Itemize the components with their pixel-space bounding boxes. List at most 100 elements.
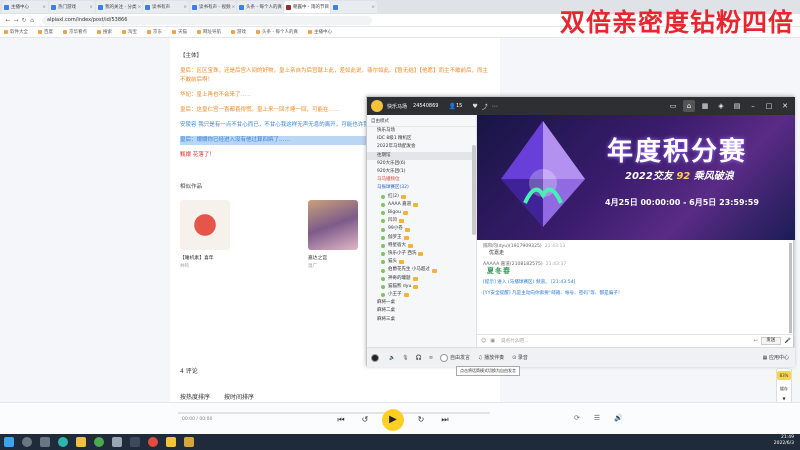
tab-close-icon[interactable]: ×: [41, 5, 46, 10]
tab-close-icon[interactable]: ×: [136, 5, 141, 10]
browser-tab[interactable]: 主播中心 ×: [2, 1, 48, 13]
channel-item[interactable]: 神奇的罐题: [367, 275, 476, 283]
channel-item[interactable]: 猫猫熊 dyu: [367, 283, 476, 291]
forward-icon[interactable]: ↻: [414, 413, 428, 427]
channel-item[interactable]: 往期馆: [367, 151, 476, 160]
browser-tab[interactable]: 读书有声 ×: [143, 1, 189, 13]
bookmark-item[interactable]: 百度: [38, 29, 53, 35]
channel-item[interactable]: 伯爵花先生 小马超过: [367, 266, 476, 274]
forward-icon[interactable]: →: [12, 17, 20, 24]
mic-icon[interactable]: 🎤: [785, 338, 791, 344]
chrome-icon[interactable]: [94, 437, 104, 447]
channel-item[interactable]: AAAA 嘉道: [367, 201, 476, 209]
grid-icon[interactable]: ▦: [699, 100, 711, 112]
channel-item[interactable]: 红(2): [367, 193, 476, 201]
share-icon[interactable]: ⤴: [482, 102, 488, 111]
browser-tab[interactable]: 我的关注 - 分类 ×: [96, 1, 142, 13]
channel-item[interactable]: 凹凹: [367, 217, 476, 225]
channel-item[interactable]: 麻将二桌: [367, 307, 476, 315]
eq-icon[interactable]: ≡: [429, 355, 433, 361]
mic-setting-icon[interactable]: 🎙: [402, 355, 408, 361]
system-clock[interactable]: 21:49 2022/6/3: [774, 435, 794, 447]
sender-name[interactable]: 隔帘问(dyu)(1917909325): [483, 244, 542, 249]
game-icon[interactable]: ◈: [715, 100, 727, 112]
task-view-icon[interactable]: [40, 437, 50, 447]
start-icon[interactable]: [4, 437, 14, 447]
browser-tab[interactable]: 头条 - 每个人的真×: [237, 1, 283, 13]
apps-center-button[interactable]: ▦ 应用中心: [763, 354, 789, 362]
back-icon[interactable]: ←: [4, 17, 12, 24]
bookmark-item[interactable]: 淘宝: [122, 29, 137, 35]
app-icon[interactable]: [112, 437, 122, 447]
tab-close-icon[interactable]: ×: [182, 5, 187, 10]
home-icon[interactable]: ⌂: [28, 17, 36, 24]
channel-item[interactable]: 伽罗王: [367, 234, 476, 242]
steam-icon[interactable]: [130, 437, 140, 447]
headset-icon[interactable]: 🎧: [416, 355, 422, 361]
bookmark-item[interactable]: 游戏: [231, 29, 246, 35]
repeat-icon[interactable]: ⟳: [574, 414, 580, 422]
gift-icon[interactable]: ▤: [731, 100, 743, 112]
music-app-icon[interactable]: [148, 437, 158, 447]
sort-by-hot[interactable]: 按热度排序: [180, 392, 210, 401]
play-button[interactable]: ▶: [382, 409, 404, 431]
browser-tab[interactable]: 朝露中 - 雨的节目×: [284, 1, 330, 13]
volume-icon[interactable]: 🔊: [614, 414, 623, 422]
channel-item[interactable]: 小王子: [367, 291, 476, 299]
sort-by-time[interactable]: 按时间排序: [224, 392, 254, 401]
refresh-icon[interactable]: ↻: [20, 17, 28, 24]
bookmark-item[interactable]: 京东: [147, 29, 162, 35]
bookmark-item[interactable]: 京华看点: [63, 29, 87, 35]
browser-tab[interactable]: ×: [331, 1, 377, 13]
close-icon[interactable]: ✕: [779, 100, 791, 112]
browser-tab[interactable]: 读书有声 - 视频 ×: [190, 1, 236, 13]
chat-scrollbar[interactable]: [789, 243, 792, 333]
channel-item[interactable]: Bigou: [367, 209, 476, 217]
more-icon[interactable]: ⋯: [492, 103, 498, 110]
explorer-icon[interactable]: [76, 437, 86, 447]
rewind-icon[interactable]: ↺: [358, 413, 372, 427]
tab-close-icon[interactable]: ×: [88, 5, 93, 10]
channel-item[interactable]: 马振球赛区(32): [367, 184, 476, 192]
user-avatar[interactable]: [371, 353, 381, 362]
chat-input[interactable]: 说点什么吧...: [495, 338, 754, 344]
channel-item[interactable]: 马马播频位: [367, 176, 476, 184]
bookmark-item[interactable]: 搜索: [97, 29, 112, 35]
channel-item[interactable]: IDC 8级1 精机区: [367, 135, 476, 143]
send-button[interactable]: 发送: [760, 337, 781, 345]
channel-item[interactable]: 920大乐团(1): [367, 168, 476, 176]
bookmark-item[interactable]: 天猫: [172, 29, 187, 35]
next-icon[interactable]: ⏭: [438, 413, 452, 427]
event-banner[interactable]: 年度积分赛 2022交友 92 乘风破浪 4月25日 00:00:00 - 6月…: [477, 115, 795, 240]
bookmark-item[interactable]: 头条 - 每个人的真: [256, 29, 298, 35]
emoji-icon[interactable]: ☺: [481, 338, 486, 344]
speaker-icon[interactable]: 🔈: [389, 355, 395, 361]
video-app-icon[interactable]: [184, 437, 194, 447]
tab-close-icon[interactable]: ×: [230, 5, 235, 10]
tab-close-icon[interactable]: ×: [282, 5, 284, 10]
bookmark-item[interactable]: 主播中心: [307, 29, 332, 35]
channel-scrollbar[interactable]: [472, 145, 476, 235]
channel-item[interactable]: 920大乐团(6): [367, 160, 476, 168]
accompaniment-button[interactable]: ♫ 播放伴奏: [478, 354, 504, 362]
home-icon[interactable]: ⌂: [683, 100, 695, 112]
work-card[interactable]: 嘉达之宫 温广: [308, 200, 358, 269]
channel-item[interactable]: 猫头: [367, 258, 476, 266]
channel-item[interactable]: 快乐小子 西洗: [367, 250, 476, 258]
previous-icon[interactable]: ⏮: [334, 413, 348, 427]
channel-item[interactable]: 麻将三桌: [367, 316, 476, 324]
tab-close-icon[interactable]: ×: [370, 5, 375, 10]
arrow-icon[interactable]: ↩: [754, 338, 758, 344]
minimize-icon[interactable]: –: [747, 100, 759, 112]
channel-item[interactable]: 2022年马场配发会: [367, 143, 476, 151]
screen-icon[interactable]: ▭: [667, 100, 679, 112]
playlist-icon[interactable]: ☰: [594, 414, 600, 422]
work-card[interactable]: 【睡机素】喜年 共鸣: [180, 200, 230, 269]
edge-icon[interactable]: [58, 437, 68, 447]
url-field[interactable]: alpiaxl.com/index/post/id/53866: [42, 15, 372, 25]
channel-item[interactable]: 麻将一桌: [367, 299, 476, 307]
free-speak-button[interactable]: 自由发言: [440, 353, 470, 362]
record-button[interactable]: ⊙ 录音: [512, 354, 528, 362]
bookmark-item[interactable]: 软件大全: [4, 29, 28, 35]
tab-close-icon[interactable]: ×: [329, 5, 331, 10]
